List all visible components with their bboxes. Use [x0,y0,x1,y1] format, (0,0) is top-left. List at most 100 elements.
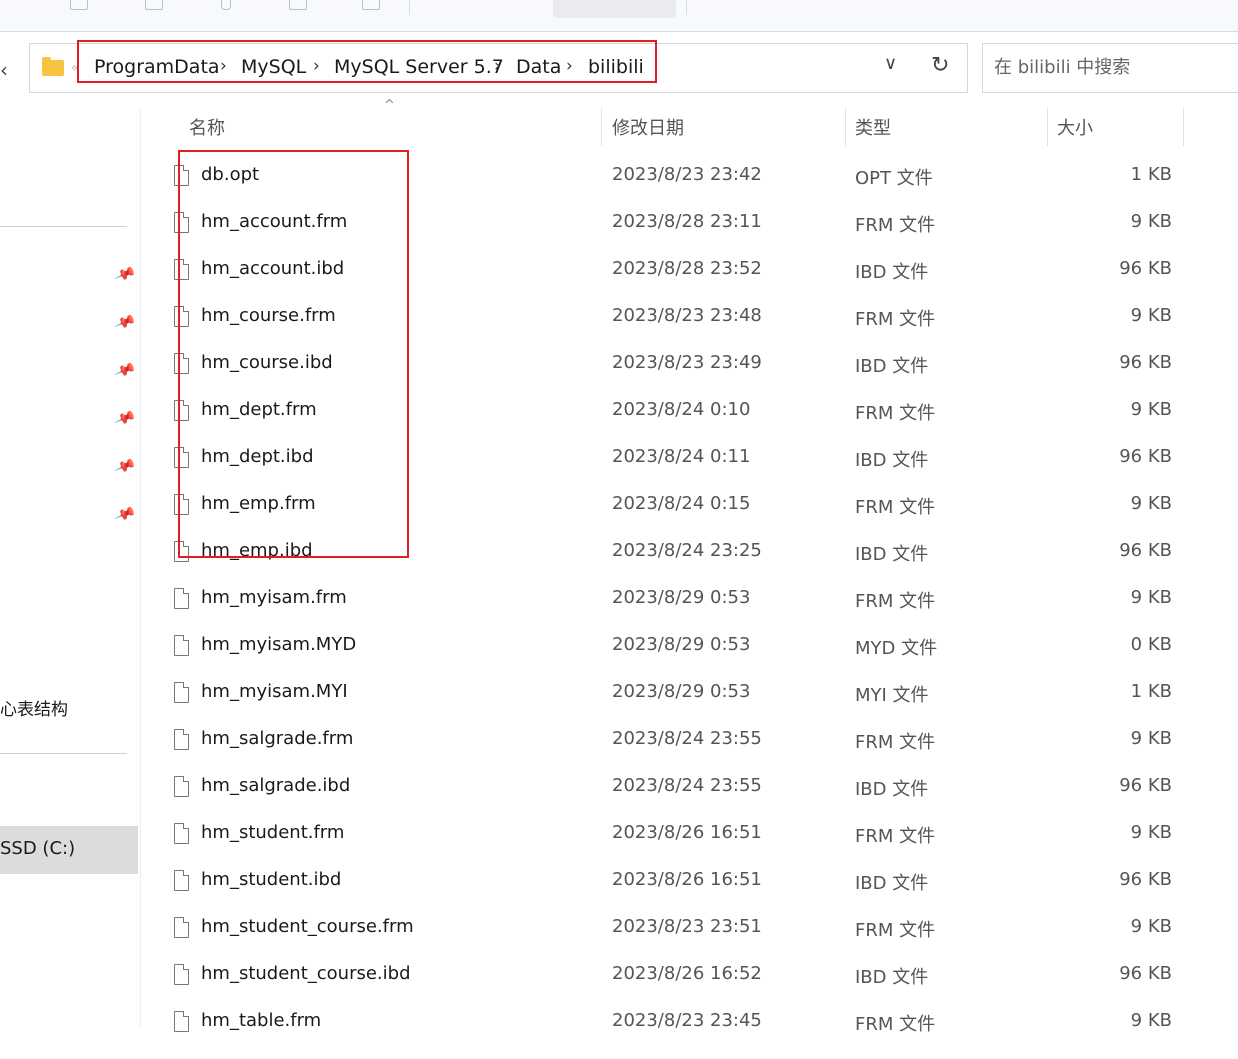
file-row[interactable]: hm_salgrade.frm 2023/8/24 23:55 FRM 文件 9 KB [160,717,1190,764]
file-date: 2023/8/29 0:53 [612,587,751,608]
refresh-icon[interactable]: ↻ [931,53,949,78]
file-type: FRM 文件 [855,403,936,424]
column-divider[interactable] [1183,108,1184,146]
toolbar-divider [686,0,687,15]
file-date: 2023/8/23 23:48 [612,305,762,326]
file-size: 96 KB [1119,352,1172,373]
file-type: IBD 文件 [855,779,929,800]
file-row[interactable]: hm_table.frm 2023/8/23 23:45 FRM 文件 9 KB [160,999,1190,1046]
file-type: IBD 文件 [855,450,929,471]
file-type: IBD 文件 [855,544,929,565]
file-name: hm_salgrade.frm [201,728,354,749]
column-header-size[interactable]: 大小 [1057,114,1093,140]
file-icon [174,917,189,938]
file-icon [174,588,189,609]
file-icon [174,964,189,985]
file-type: FRM 文件 [855,1014,936,1035]
file-row[interactable]: hm_myisam.frm 2023/8/29 0:53 FRM 文件 9 KB [160,576,1190,623]
file-date: 2023/8/29 0:53 [612,681,751,702]
file-name: hm_student.frm [201,822,345,843]
breadcrumb-highlight-box [77,40,657,83]
share-icon[interactable] [362,0,380,10]
file-row[interactable]: hm_student_course.frm 2023/8/23 23:51 FRM … [160,905,1190,952]
file-size: 1 KB [1130,681,1172,702]
folder-icon [42,57,64,76]
toolbar-active-button[interactable] [553,0,676,18]
file-size: 96 KB [1119,963,1172,984]
file-date: 2023/8/24 23:55 [612,775,762,796]
column-header-name[interactable]: 名称 [189,114,225,140]
file-type: FRM 文件 [855,591,936,612]
pin-icon[interactable]: 📌 [113,454,137,477]
file-date: 2023/8/26 16:52 [612,963,762,984]
file-row[interactable]: hm_student_course.ibd 2023/8/26 16:52 IBD … [160,952,1190,999]
file-type: FRM 文件 [855,309,936,330]
copy-icon[interactable] [145,0,163,10]
file-icon [174,1011,189,1032]
paste-icon[interactable] [221,0,231,10]
file-icon [174,682,189,703]
file-size: 96 KB [1119,775,1172,796]
file-size: 9 KB [1130,587,1172,608]
file-type: IBD 文件 [855,873,929,894]
toolbar [0,0,1238,32]
file-date: 2023/8/23 23:42 [612,164,762,185]
file-date: 2023/8/24 23:55 [612,728,762,749]
pin-icon[interactable]: 📌 [113,502,137,525]
pin-icon[interactable]: 📌 [113,358,137,381]
file-size: 9 KB [1130,916,1172,937]
chevron-down-icon[interactable]: ∨ [884,53,897,74]
column-header-type[interactable]: 类型 [855,114,891,140]
file-date: 2023/8/24 0:15 [612,493,751,514]
column-header-date[interactable]: 修改日期 [612,114,684,140]
column-divider[interactable] [845,108,846,146]
pin-icon[interactable]: 📌 [113,406,137,429]
pane-divider[interactable] [140,108,141,1028]
file-date: 2023/8/29 0:53 [612,634,751,655]
file-date: 2023/8/24 0:11 [612,446,751,467]
file-icon [174,870,189,891]
file-size: 96 KB [1119,446,1172,467]
sidebar-item-ssd-drive[interactable]: SSD (C:) [0,826,138,874]
sidebar-item-quick-access[interactable]: 心表结构 [0,695,68,720]
file-date: 2023/8/24 23:25 [612,540,762,561]
pin-icon[interactable]: 📌 [113,262,137,285]
file-name: hm_student.ibd [201,869,342,890]
back-chevron-icon[interactable]: ‹ [0,58,8,82]
file-type: FRM 文件 [855,920,936,941]
file-row[interactable]: hm_student.ibd 2023/8/26 16:51 IBD 文件 96 KB [160,858,1190,905]
search-box[interactable] [982,43,1238,93]
cut-icon[interactable] [70,0,88,10]
column-divider[interactable] [601,108,602,146]
file-type: IBD 文件 [855,967,929,988]
file-icon [174,823,189,844]
rename-icon[interactable] [289,0,307,10]
pin-icon[interactable]: 📌 [113,310,137,333]
file-type: FRM 文件 [855,826,936,847]
file-name: hm_student_course.ibd [201,963,411,984]
file-icon [174,635,189,656]
file-size: 9 KB [1130,305,1172,326]
file-size: 96 KB [1119,869,1172,890]
file-row[interactable]: hm_student.frm 2023/8/26 16:51 FRM 文件 9 KB [160,811,1190,858]
toolbar-divider [409,0,410,15]
file-icon [174,776,189,797]
file-type: OPT 文件 [855,168,933,189]
file-date: 2023/8/26 16:51 [612,822,762,843]
sidebar-divider [0,753,127,754]
column-divider[interactable] [1047,108,1048,146]
file-date: 2023/8/23 23:45 [612,1010,762,1031]
filename-highlight-box [178,150,409,558]
file-size: 96 KB [1119,258,1172,279]
file-size: 9 KB [1130,399,1172,420]
file-row[interactable]: hm_salgrade.ibd 2023/8/24 23:55 IBD 文件 96 K… [160,764,1190,811]
sort-ascending-icon: ^ [384,98,395,113]
file-row[interactable]: hm_myisam.MYD 2023/8/29 0:53 MYD 文件 0 KB [160,623,1190,670]
file-date: 2023/8/24 0:10 [612,399,751,420]
search-input[interactable] [992,56,1236,79]
file-type: MYD 文件 [855,638,938,659]
file-row[interactable]: hm_myisam.MYI 2023/8/29 0:53 MYI 文件 1 KB [160,670,1190,717]
file-size: 0 KB [1130,634,1172,655]
file-name: hm_salgrade.ibd [201,775,351,796]
file-size: 9 KB [1130,822,1172,843]
